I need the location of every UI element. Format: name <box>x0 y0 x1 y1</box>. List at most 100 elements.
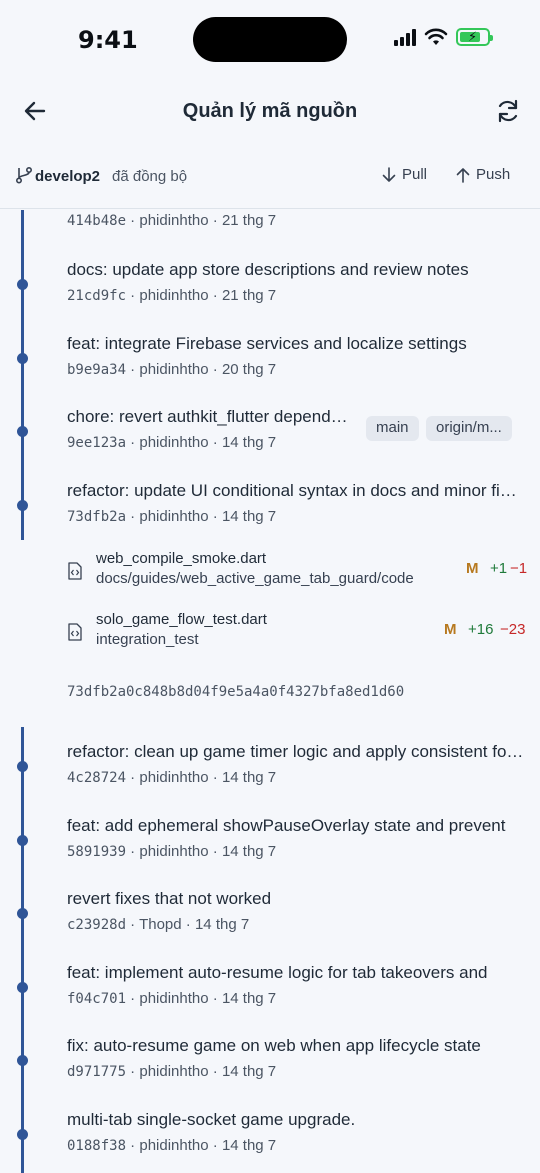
file-name: solo_game_flow_test.dart <box>96 611 267 628</box>
commit-author: phidinhtho <box>139 434 209 451</box>
file-additions: +1 <box>490 560 508 577</box>
branch-tag-origin[interactable]: origin/m... <box>426 416 512 441</box>
system-icons: ⚡ <box>394 28 493 46</box>
commit-author: phidinhtho <box>139 769 209 786</box>
commit-hash: 414b48e <box>67 213 127 229</box>
commit-date: 14 thg 7 <box>221 1063 277 1080</box>
commit-date: 21 thg 7 <box>221 212 277 229</box>
code-file-icon <box>68 562 82 580</box>
commit-dot <box>17 500 28 511</box>
commit-message: feat: integrate Firebase services and lo… <box>67 334 467 353</box>
commit-row[interactable]: refactor: clean up game timer logic and … <box>0 742 540 812</box>
commit-dot <box>17 1055 28 1066</box>
commit-message: docs: update app store descriptions and … <box>67 260 469 279</box>
commit-meta: f04c701 · phidinhtho · 14 thg 7 <box>67 990 277 1007</box>
commit-message: fix: auto-resume game on web when app li… <box>67 1036 481 1055</box>
commit-author: Thopd <box>139 916 182 933</box>
commit-row[interactable]: multi-tab single-socket game upgrade. 01… <box>0 1110 540 1173</box>
file-additions: +16 <box>468 621 494 638</box>
pull-button[interactable]: Pull <box>382 166 427 183</box>
commit-date: 14 thg 7 <box>221 508 277 525</box>
sync-status: đã đồng bộ <box>112 168 188 185</box>
commit-hash: 0188f38 <box>67 1138 127 1154</box>
app-header: Quản lý mã nguồn <box>0 80 540 144</box>
commit-message: revert fixes that not worked <box>67 889 272 908</box>
commit-meta: c23928d · Thopd · 14 thg 7 <box>67 916 250 933</box>
commit-dot <box>17 761 28 772</box>
commit-hash: 21cd9fc <box>67 288 127 304</box>
commit-row[interactable]: feat: implement auto-resume logic for ta… <box>0 963 540 1033</box>
commit-row[interactable]: revert fixes that not worked c23928d · T… <box>0 889 540 959</box>
status-bar: 9:41 ⚡ <box>0 0 540 80</box>
commit-meta: b9e9a34 · phidinhtho · 20 thg 7 <box>67 361 277 378</box>
commit-row[interactable]: feat: add ephemeral showPauseOverlay sta… <box>0 816 540 886</box>
file-deletions: −1 <box>510 560 528 577</box>
commit-message: feat: implement auto-resume logic for ta… <box>67 963 488 982</box>
branch-icon <box>15 166 33 184</box>
commit-meta: 21cd9fc · phidinhtho · 21 thg 7 <box>67 287 277 304</box>
commit-hash: d971775 <box>67 1064 127 1080</box>
commit-date: 14 thg 7 <box>194 916 250 933</box>
commit-row[interactable]: chore: revert authkit_flutter dependency… <box>0 407 540 477</box>
commit-meta: d971775 · phidinhtho · 14 thg 7 <box>67 1063 277 1080</box>
commit-meta: 73dfb2a · phidinhtho · 14 thg 7 <box>67 508 277 525</box>
commit-message: refactor: clean up game timer logic and … <box>67 742 525 761</box>
commit-hash: 9ee123a <box>67 435 127 451</box>
commit-row[interactable]: fix: auto-resume game on web when app li… <box>0 1036 540 1106</box>
commit-hash: 4c28724 <box>67 770 127 786</box>
commit-meta: 9ee123a · phidinhtho · 14 thg 7 <box>67 434 277 451</box>
commit-list[interactable]: 414b48e · phidinhtho · 21 thg 7 docs: up… <box>0 210 540 1173</box>
commit-dot <box>17 353 28 364</box>
commit-meta: 0188f38 · phidinhtho · 14 thg 7 <box>67 1137 277 1154</box>
push-button[interactable]: Push <box>456 166 510 183</box>
branch-tag-main[interactable]: main <box>366 416 419 441</box>
pull-label: Pull <box>402 166 428 183</box>
push-label: Push <box>476 166 511 183</box>
commit-message: multi-tab single-socket game upgrade. <box>67 1110 356 1129</box>
changed-file-row[interactable]: solo_game_flow_test.dart integration_tes… <box>0 611 540 661</box>
commit-row[interactable]: feat: integrate Firebase services and lo… <box>0 334 540 404</box>
file-status-badge: M <box>466 560 479 577</box>
commit-author: phidinhtho <box>139 1063 209 1080</box>
commit-dot <box>17 835 28 846</box>
arrow-down-icon <box>382 166 396 182</box>
commit-hash: c23928d <box>67 917 127 933</box>
branch-bar: develop2 đã đồng bộ Pull Push <box>0 155 540 209</box>
commit-date: 21 thg 7 <box>221 287 277 304</box>
changed-file-row[interactable]: web_compile_smoke.dart docs/guides/web_a… <box>0 550 540 600</box>
commit-author: phidinhtho <box>139 990 209 1007</box>
commit-meta: 5891939 · phidinhtho · 14 thg 7 <box>67 843 277 860</box>
commit-dot <box>17 982 28 993</box>
full-commit-hash[interactable]: 73dfb2a0c848b8d04f9e5a4a0f4327bfa8ed1d60 <box>67 684 404 700</box>
commit-dot <box>17 279 28 290</box>
commit-author: phidinhtho <box>139 508 209 525</box>
file-path: integration_test <box>96 631 199 648</box>
cellular-signal-icon <box>394 28 416 46</box>
commit-message: feat: add ephemeral showPauseOverlay sta… <box>67 816 506 835</box>
wifi-icon <box>424 28 448 45</box>
commit-date: 14 thg 7 <box>221 1137 277 1154</box>
commit-dot <box>17 908 28 919</box>
commit-date: 20 thg 7 <box>221 361 277 378</box>
status-time: 9:41 <box>78 26 138 54</box>
page-title: Quản lý mã nguồn <box>182 100 358 122</box>
file-name: web_compile_smoke.dart <box>96 550 267 567</box>
commit-dot <box>17 426 28 437</box>
commit-author: phidinhtho <box>139 287 209 304</box>
file-status-badge: M <box>444 621 457 638</box>
commit-hash: 73dfb2a <box>67 509 127 525</box>
refresh-icon[interactable] <box>494 97 522 125</box>
commit-message: refactor: update UI conditional syntax i… <box>67 481 525 500</box>
commit-hash: 5891939 <box>67 844 127 860</box>
commit-date: 14 thg 7 <box>221 990 277 1007</box>
commit-meta: 4c28724 · phidinhtho · 14 thg 7 <box>67 769 277 786</box>
commit-row[interactable]: docs: update app store descriptions and … <box>0 260 540 330</box>
dynamic-island <box>193 17 347 62</box>
commit-row[interactable]: refactor: update UI conditional syntax i… <box>0 481 540 551</box>
commit-hash: f04c701 <box>67 991 127 1007</box>
branch-name[interactable]: develop2 <box>35 168 100 185</box>
commit-author: phidinhtho <box>139 361 209 378</box>
file-deletions: −23 <box>500 621 526 638</box>
battery-icon: ⚡ <box>456 28 493 46</box>
commit-author: phidinhtho <box>139 843 209 860</box>
